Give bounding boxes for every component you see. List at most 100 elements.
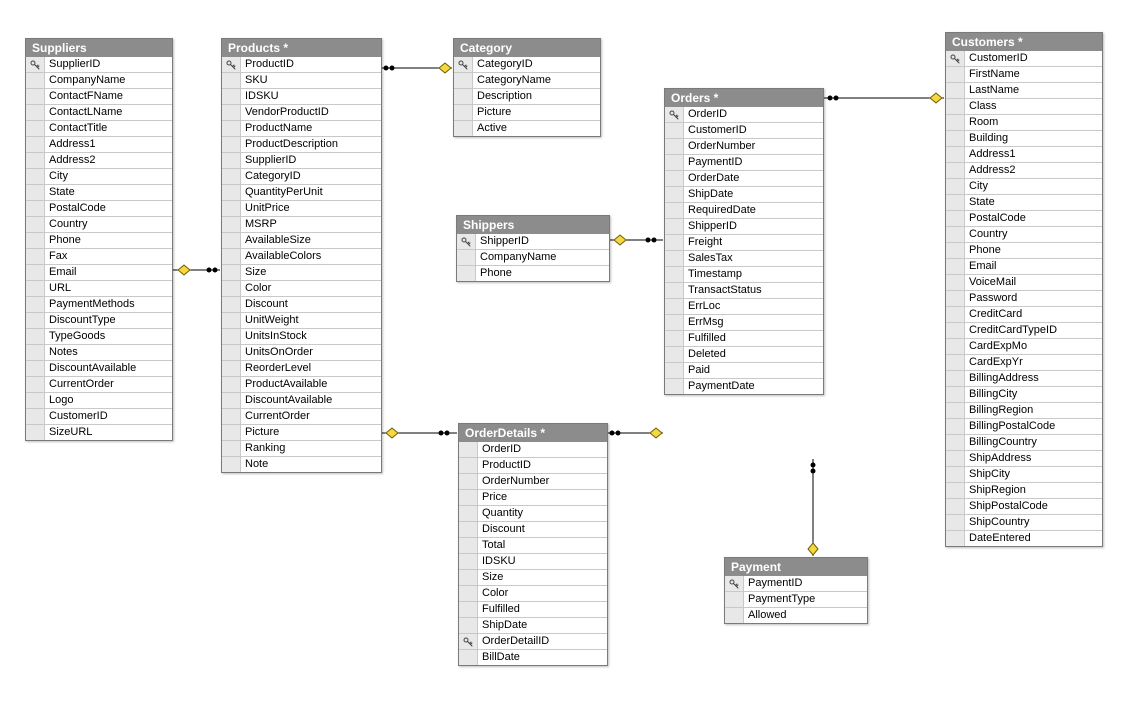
table-column-row[interactable]: Allowed — [725, 607, 867, 623]
table-shippers[interactable]: ShippersShipperIDCompanyNamePhone — [456, 215, 610, 282]
table-column-row[interactable]: VendorProductID — [222, 104, 381, 120]
table-column-row[interactable]: Fax — [26, 248, 172, 264]
table-column-row[interactable]: Picture — [222, 424, 381, 440]
table-column-row[interactable]: Address1 — [26, 136, 172, 152]
table-column-row[interactable]: Quantity — [459, 505, 607, 521]
table-products[interactable]: Products *ProductIDSKUIDSKUVendorProduct… — [221, 38, 382, 473]
table-column-row[interactable]: ProductAvailable — [222, 376, 381, 392]
table-column-row[interactable]: OrderDate — [665, 170, 823, 186]
table-column-row[interactable]: CustomerID — [665, 122, 823, 138]
table-column-row[interactable]: CompanyName — [457, 249, 609, 265]
table-column-row[interactable]: Size — [222, 264, 381, 280]
table-column-row[interactable]: Email — [946, 258, 1102, 274]
table-column-row[interactable]: MSRP — [222, 216, 381, 232]
table-column-row[interactable]: PaymentID — [665, 154, 823, 170]
table-column-row[interactable]: ProductID — [459, 457, 607, 473]
table-column-row[interactable]: ShipCity — [946, 466, 1102, 482]
table-column-row[interactable]: ShipperID — [665, 218, 823, 234]
table-column-row[interactable]: DateEntered — [946, 530, 1102, 546]
table-title[interactable]: Shippers — [457, 216, 609, 234]
table-column-row[interactable]: ShipPostalCode — [946, 498, 1102, 514]
table-column-row[interactable]: ProductID — [222, 57, 381, 72]
table-column-row[interactable]: PaymentDate — [665, 378, 823, 394]
table-column-row[interactable]: UnitsInStock — [222, 328, 381, 344]
table-title[interactable]: Products * — [222, 39, 381, 57]
table-column-row[interactable]: PaymentID — [725, 576, 867, 591]
table-column-row[interactable]: Picture — [454, 104, 600, 120]
table-column-row[interactable]: City — [946, 178, 1102, 194]
table-title[interactable]: Suppliers — [26, 39, 172, 57]
table-title[interactable]: OrderDetails * — [459, 424, 607, 442]
table-column-row[interactable]: Size — [459, 569, 607, 585]
table-column-row[interactable]: Notes — [26, 344, 172, 360]
table-column-row[interactable]: ReorderLevel — [222, 360, 381, 376]
table-column-row[interactable]: PostalCode — [946, 210, 1102, 226]
table-column-row[interactable]: Class — [946, 98, 1102, 114]
table-column-row[interactable]: UnitWeight — [222, 312, 381, 328]
table-column-row[interactable]: AvailableColors — [222, 248, 381, 264]
table-column-row[interactable]: CardExpMo — [946, 338, 1102, 354]
table-column-row[interactable]: TypeGoods — [26, 328, 172, 344]
table-column-row[interactable]: Room — [946, 114, 1102, 130]
table-column-row[interactable]: Color — [459, 585, 607, 601]
table-column-row[interactable]: Logo — [26, 392, 172, 408]
table-column-row[interactable]: Price — [459, 489, 607, 505]
table-column-row[interactable]: ContactFName — [26, 88, 172, 104]
table-column-row[interactable]: CreditCardTypeID — [946, 322, 1102, 338]
table-column-row[interactable]: VoiceMail — [946, 274, 1102, 290]
table-column-row[interactable]: ContactTitle — [26, 120, 172, 136]
table-column-row[interactable]: CategoryName — [454, 72, 600, 88]
table-column-row[interactable]: URL — [26, 280, 172, 296]
table-column-row[interactable]: OrderDetailID — [459, 633, 607, 649]
table-column-row[interactable]: BillDate — [459, 649, 607, 665]
table-column-row[interactable]: PostalCode — [26, 200, 172, 216]
table-column-row[interactable]: Discount — [459, 521, 607, 537]
table-column-row[interactable]: CompanyName — [26, 72, 172, 88]
table-column-row[interactable]: RequiredDate — [665, 202, 823, 218]
table-column-row[interactable]: Freight — [665, 234, 823, 250]
table-column-row[interactable]: ErrLoc — [665, 298, 823, 314]
table-column-row[interactable]: IDSKU — [222, 88, 381, 104]
table-column-row[interactable]: SupplierID — [26, 57, 172, 72]
table-column-row[interactable]: Total — [459, 537, 607, 553]
table-column-row[interactable]: ShipRegion — [946, 482, 1102, 498]
table-column-row[interactable]: DiscountAvailable — [222, 392, 381, 408]
table-column-row[interactable]: ContactLName — [26, 104, 172, 120]
table-column-row[interactable]: SalesTax — [665, 250, 823, 266]
table-column-row[interactable]: Phone — [946, 242, 1102, 258]
table-column-row[interactable]: Timestamp — [665, 266, 823, 282]
table-column-row[interactable]: Address2 — [26, 152, 172, 168]
table-column-row[interactable]: Country — [946, 226, 1102, 242]
table-column-row[interactable]: CardExpYr — [946, 354, 1102, 370]
table-column-row[interactable]: ShipperID — [457, 234, 609, 249]
table-column-row[interactable]: Country — [26, 216, 172, 232]
table-column-row[interactable]: DiscountAvailable — [26, 360, 172, 376]
table-column-row[interactable]: TransactStatus — [665, 282, 823, 298]
table-column-row[interactable]: CurrentOrder — [222, 408, 381, 424]
table-column-row[interactable]: QuantityPerUnit — [222, 184, 381, 200]
table-column-row[interactable]: BillingPostalCode — [946, 418, 1102, 434]
table-column-row[interactable]: UnitsOnOrder — [222, 344, 381, 360]
table-column-row[interactable]: Building — [946, 130, 1102, 146]
table-column-row[interactable]: Phone — [26, 232, 172, 248]
table-column-row[interactable]: AvailableSize — [222, 232, 381, 248]
table-column-row[interactable]: State — [946, 194, 1102, 210]
table-customers[interactable]: Customers *CustomerIDFirstNameLastNameCl… — [945, 32, 1103, 547]
table-column-row[interactable]: CreditCard — [946, 306, 1102, 322]
table-title[interactable]: Category — [454, 39, 600, 57]
table-column-row[interactable]: Fulfilled — [665, 330, 823, 346]
table-column-row[interactable]: CategoryID — [222, 168, 381, 184]
table-column-row[interactable]: State — [26, 184, 172, 200]
table-orders[interactable]: Orders *OrderIDCustomerIDOrderNumberPaym… — [664, 88, 824, 395]
table-column-row[interactable]: BillingAddress — [946, 370, 1102, 386]
table-column-row[interactable]: OrderNumber — [665, 138, 823, 154]
table-column-row[interactable]: Color — [222, 280, 381, 296]
table-column-row[interactable]: DiscountType — [26, 312, 172, 328]
table-column-row[interactable]: SupplierID — [222, 152, 381, 168]
table-column-row[interactable]: Discount — [222, 296, 381, 312]
table-title[interactable]: Orders * — [665, 89, 823, 107]
table-column-row[interactable]: OrderID — [665, 107, 823, 122]
table-column-row[interactable]: ErrMsg — [665, 314, 823, 330]
table-column-row[interactable]: BillingCountry — [946, 434, 1102, 450]
table-column-row[interactable]: Deleted — [665, 346, 823, 362]
